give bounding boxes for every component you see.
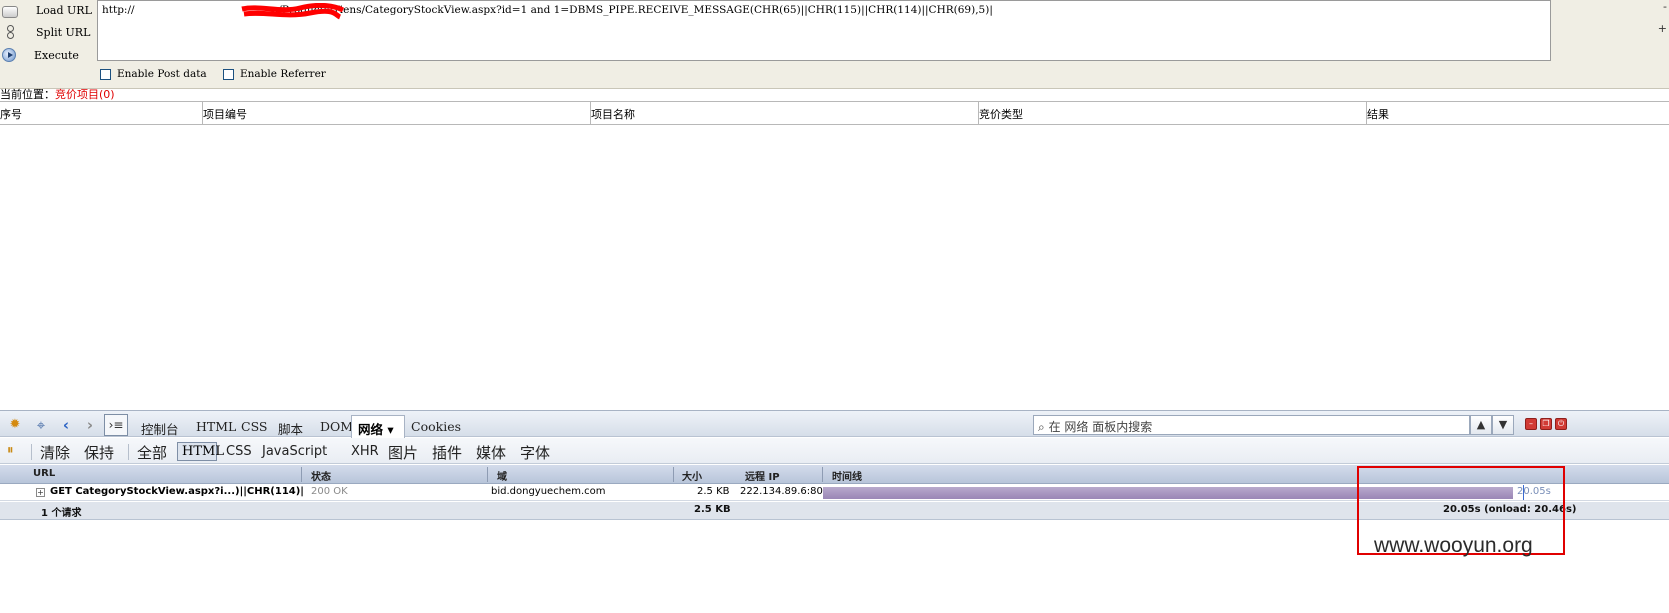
request-status: 200 OK <box>311 486 348 497</box>
col-domain[interactable]: 域 <box>497 468 507 483</box>
split-url-button[interactable]: Split URL <box>0 22 98 42</box>
close-icon[interactable]: ⏻ <box>1555 418 1567 430</box>
enable-referrer-checkbox[interactable]: Enable Referrer <box>223 68 326 80</box>
checkbox-icon <box>223 68 234 80</box>
watermark: www.wooyun.org <box>1374 534 1533 557</box>
search-prev-button[interactable]: ▲ <box>1470 415 1492 435</box>
col-size[interactable]: 大小 <box>682 468 702 483</box>
load-url-label: Load URL <box>36 3 92 17</box>
column-header-bid-type: 竞价类型 <box>979 102 1367 124</box>
column-header-project-name: 项目名称 <box>591 102 979 124</box>
results-table-header: 序号 项目编号 项目名称 竞价类型 结果 <box>0 101 1669 125</box>
col-status[interactable]: 状态 <box>311 468 331 483</box>
minimize-icon[interactable]: – <box>1525 418 1537 430</box>
back-icon[interactable]: ‹ <box>57 416 75 434</box>
inspect-icon[interactable]: ⌖ <box>32 416 50 434</box>
column-resizer[interactable] <box>822 467 823 482</box>
column-header-index: 序号 <box>0 102 203 124</box>
enable-post-data-checkbox[interactable]: Enable Post data <box>100 68 207 80</box>
firebug-toolbar: ✹ ⌖ ‹ › ›≡ 控制台 HTML CSS 脚本 DOM 网络 ▾ Cook… <box>0 410 1669 439</box>
url-prefix: http:// <box>102 4 135 16</box>
col-remote-ip[interactable]: 远程 IP <box>745 468 780 483</box>
url-textarea[interactable]: http:// n/Products/Tiens/CategoryStockVie… <box>97 0 1551 61</box>
persist-button[interactable]: 保持 <box>84 442 114 463</box>
filter-fonts[interactable]: 字体 <box>520 442 550 463</box>
request-url[interactable]: GET CategoryStockView.aspx?i...)||CHR(11… <box>50 486 304 497</box>
net-filter-bar: ⏸ 清除 保持 全部 HTML CSS JavaScript XHR 图片 插件… <box>0 438 1669 464</box>
column-header-project-code: 项目编号 <box>203 102 591 124</box>
filter-xhr[interactable]: XHR <box>351 444 379 459</box>
split-url-icon <box>2 24 18 40</box>
execute-icon <box>2 48 16 62</box>
forward-icon[interactable]: › <box>81 416 99 434</box>
column-header-result: 结果 <box>1367 108 1389 121</box>
column-resizer[interactable] <box>301 467 302 482</box>
filter-html[interactable]: HTML <box>177 442 224 461</box>
separator <box>128 444 129 460</box>
tab-cookies[interactable]: Cookies <box>411 419 461 434</box>
column-resizer[interactable] <box>673 467 674 482</box>
filter-javascript[interactable]: JavaScript <box>262 444 327 459</box>
tab-dom[interactable]: DOM <box>320 419 353 434</box>
expand-icon[interactable]: + <box>36 488 45 497</box>
filter-media[interactable]: 媒体 <box>476 442 506 463</box>
tab-net[interactable]: 网络 ▾ <box>351 415 405 439</box>
search-next-button[interactable]: ▼ <box>1492 415 1514 435</box>
search-placeholder: 在 网络 面板内搜索 <box>1048 420 1153 434</box>
url-rest: n/Products/Tiens/CategoryStockView.aspx?… <box>271 4 993 16</box>
request-remote-ip: 222.134.89.6:80 <box>740 486 823 497</box>
execute-label: Execute <box>34 48 79 62</box>
load-url-icon <box>2 6 18 18</box>
collapse-button[interactable]: - <box>1663 0 1667 13</box>
filter-plugins[interactable]: 插件 <box>432 442 462 463</box>
request-domain: bid.dongyuechem.com <box>491 486 606 497</box>
panel-search-input[interactable]: ⌕ 在 网络 面板内搜索 <box>1033 415 1470 435</box>
tab-console[interactable]: 控制台 <box>141 419 179 438</box>
search-icon: ⌕ <box>1038 420 1045 434</box>
col-timeline[interactable]: 时间线 <box>832 468 862 483</box>
separator <box>31 444 32 460</box>
filter-images[interactable]: 图片 <box>388 442 418 463</box>
firebug-menu-icon[interactable]: ✹ <box>6 416 24 434</box>
checkbox-icon <box>100 68 111 80</box>
summary-request-count: 1 个请求 <box>41 508 82 519</box>
tab-script[interactable]: 脚本 <box>278 419 303 438</box>
clear-button[interactable]: 清除 <box>40 442 70 463</box>
breadcrumb-prefix: 当前位置： <box>0 88 55 101</box>
breadcrumb-link[interactable]: 竞价项目(0) <box>55 88 115 101</box>
split-url-label: Split URL <box>36 25 91 39</box>
filter-all[interactable]: 全部 <box>137 442 167 463</box>
execute-button[interactable]: Execute <box>0 45 98 65</box>
referrer-label: Enable Referrer <box>240 68 326 80</box>
summary-size: 2.5 KB <box>694 504 731 515</box>
command-line-icon[interactable]: ›≡ <box>104 414 128 436</box>
tab-css[interactable]: CSS <box>241 419 267 434</box>
detach-icon[interactable]: ❐ <box>1540 418 1552 430</box>
column-resizer[interactable] <box>487 467 488 482</box>
post-data-label: Enable Post data <box>117 68 207 80</box>
filter-css[interactable]: CSS <box>226 444 252 459</box>
hackbar-toolbar: Load URL Split URL Execute http:// n/Prod… <box>0 0 1669 89</box>
tab-html[interactable]: HTML <box>196 419 236 434</box>
load-url-button[interactable]: Load URL <box>0 0 98 20</box>
redaction-scribble <box>241 3 345 20</box>
expand-button[interactable]: + <box>1658 22 1667 35</box>
breadcrumb: 当前位置：竞价项目(0) <box>0 86 115 101</box>
col-url[interactable]: URL <box>33 468 55 479</box>
pause-icon[interactable]: ⏸ <box>7 443 14 458</box>
request-size: 2.5 KB <box>697 486 730 497</box>
